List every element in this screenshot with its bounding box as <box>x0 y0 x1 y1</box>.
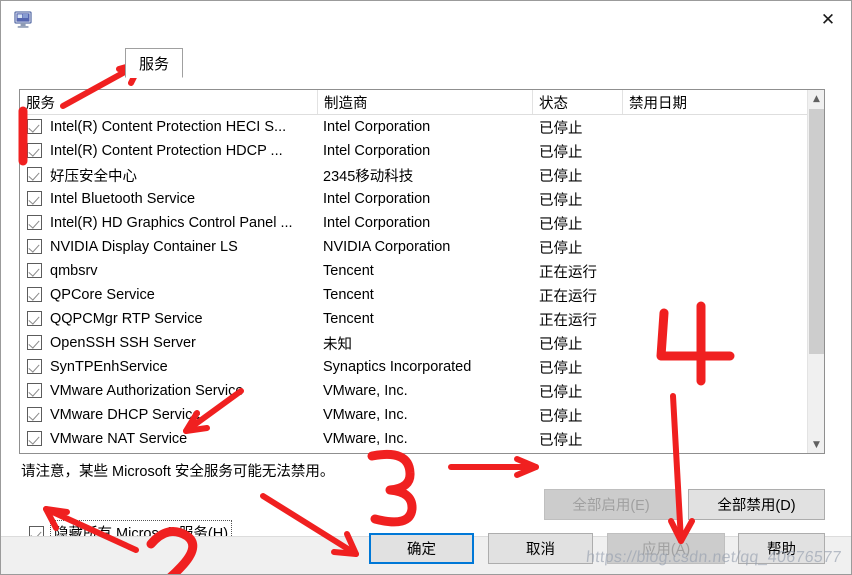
enable-all-button[interactable]: 全部启用(E) <box>544 489 678 520</box>
cell-manufacturer: VMware, Inc. <box>323 407 408 423</box>
cell-status: 已停止 <box>539 144 583 161</box>
cell-service: 好压安全中心 <box>50 168 137 185</box>
cell-status: 正在运行 <box>539 264 597 281</box>
cell-status: 已停止 <box>539 168 583 185</box>
services-list[interactable]: 服务 制造商 状态 禁用日期 Intel(R) Content Protecti… <box>19 89 825 454</box>
table-row[interactable]: Intel(R) HD Graphics Control Panel ... I… <box>20 211 808 235</box>
cell-status: 已停止 <box>539 336 583 353</box>
table-row[interactable]: VMware Authorization Service VMware, Inc… <box>20 379 808 403</box>
cell-status: 已停止 <box>539 408 583 425</box>
row-checkbox[interactable] <box>27 167 42 182</box>
cell-manufacturer: Tencent <box>323 263 374 279</box>
table-row[interactable]: VMware NAT Service VMware, Inc. 已停止 <box>20 427 808 451</box>
row-checkbox[interactable] <box>27 383 42 398</box>
column-header-manufacturer[interactable]: 制造商 <box>318 90 533 114</box>
services-pane: 服务 制造商 状态 禁用日期 Intel(R) Content Protecti… <box>1 39 851 546</box>
table-row[interactable]: Intel Bluetooth Service Intel Corporatio… <box>20 187 808 211</box>
apply-button[interactable]: 应用(A) <box>607 533 725 564</box>
scrollbar-thumb[interactable] <box>809 109 824 354</box>
cell-service: VMware DHCP Service <box>50 407 201 423</box>
cell-status: 正在运行 <box>539 312 597 329</box>
cell-service: QPCore Service <box>50 287 155 303</box>
system-configuration-icon <box>13 9 35 31</box>
cell-status: 已停止 <box>539 216 583 233</box>
cell-service: SynTPEnhService <box>50 359 168 375</box>
cell-status: 正在运行 <box>539 288 597 305</box>
cell-service: NVIDIA Display Container LS <box>50 239 238 255</box>
cell-manufacturer: Tencent <box>323 311 374 327</box>
column-header-disable-date[interactable]: 禁用日期 <box>623 90 808 114</box>
row-checkbox[interactable] <box>27 215 42 230</box>
cell-status: 已停止 <box>539 120 583 137</box>
cell-manufacturer: Intel Corporation <box>323 119 431 135</box>
cell-service: qmbsrv <box>50 263 98 279</box>
cell-manufacturer: Intel Corporation <box>323 143 431 159</box>
row-checkbox[interactable] <box>27 263 42 278</box>
table-row[interactable]: Intel(R) Content Protection HECI S... In… <box>20 115 808 139</box>
cell-status: 已停止 <box>539 240 583 257</box>
cell-status: 已停止 <box>539 432 583 449</box>
cell-manufacturer: 未知 <box>323 336 352 353</box>
table-row[interactable]: Intel(R) Content Protection HDCP ... Int… <box>20 139 808 163</box>
cell-manufacturer: Tencent <box>323 287 374 303</box>
tab-services[interactable]: 服务 <box>125 48 184 78</box>
column-header-status[interactable]: 状态 <box>533 90 623 114</box>
row-checkbox[interactable] <box>27 407 42 422</box>
table-row[interactable]: 好压安全中心 2345移动科技 已停止 <box>20 163 808 187</box>
row-checkbox[interactable] <box>27 287 42 302</box>
cancel-button[interactable]: 取消 <box>488 533 593 564</box>
close-icon[interactable]: ✕ <box>805 1 851 39</box>
row-checkbox[interactable] <box>27 143 42 158</box>
cell-service: Intel(R) Content Protection HDCP ... <box>50 143 283 159</box>
cell-status: 已停止 <box>539 384 583 401</box>
cell-manufacturer: VMware, Inc. <box>323 431 408 447</box>
table-row[interactable]: QPCore Service Tencent 正在运行 <box>20 283 808 307</box>
security-note: 请注意，某些 Microsoft 安全服务可能无法禁用。 <box>21 464 335 480</box>
row-checkbox[interactable] <box>27 335 42 350</box>
list-scrollbar[interactable]: ▲ ▼ <box>807 90 824 453</box>
cell-manufacturer: 2345移动科技 <box>323 168 414 185</box>
cell-manufacturer: Intel Corporation <box>323 191 431 207</box>
cell-service: Intel Bluetooth Service <box>50 191 196 207</box>
cell-manufacturer: NVIDIA Corporation <box>323 239 451 255</box>
scroll-up-icon[interactable]: ▲ <box>808 90 824 107</box>
msconfig-window: ✕ 常规 引导 服务 启动 工具 服务 制造商 状态 禁用日期 Intel(R <box>0 0 852 575</box>
cell-service: VMware Authorization Service <box>50 383 244 399</box>
table-row[interactable]: qmbsrv Tencent 正在运行 <box>20 259 808 283</box>
help-button[interactable]: 帮助 <box>738 533 825 564</box>
cell-service: OpenSSH SSH Server <box>50 335 196 351</box>
scroll-down-icon[interactable]: ▼ <box>808 436 824 453</box>
table-row[interactable]: NVIDIA Display Container LS NVIDIA Corpo… <box>20 235 808 259</box>
row-checkbox[interactable] <box>27 239 42 254</box>
row-checkbox[interactable] <box>27 191 42 206</box>
list-column-headers: 服务 制造商 状态 禁用日期 <box>20 90 824 115</box>
table-row[interactable]: QQPCMgr RTP Service Tencent 正在运行 <box>20 307 808 331</box>
cell-service: Intel(R) Content Protection HECI S... <box>50 119 287 135</box>
table-row[interactable]: OpenSSH SSH Server 未知 已停止 <box>20 331 808 355</box>
cell-manufacturer: VMware, Inc. <box>323 383 408 399</box>
cell-service: QQPCMgr RTP Service <box>50 311 203 327</box>
cell-status: 已停止 <box>539 360 583 377</box>
row-checkbox[interactable] <box>27 311 42 326</box>
cell-service: Intel(R) HD Graphics Control Panel ... <box>50 215 293 231</box>
table-row[interactable]: VMware DHCP Service VMware, Inc. 已停止 <box>20 403 808 427</box>
column-header-service[interactable]: 服务 <box>20 90 318 114</box>
row-checkbox[interactable] <box>27 359 42 374</box>
cell-status: 已停止 <box>539 192 583 209</box>
disable-all-button[interactable]: 全部禁用(D) <box>688 489 825 520</box>
cell-service: VMware NAT Service <box>50 431 188 447</box>
cell-manufacturer: Synaptics Incorporated <box>323 359 472 375</box>
row-checkbox[interactable] <box>27 431 42 446</box>
cell-manufacturer: Intel Corporation <box>323 215 431 231</box>
title-bar: ✕ <box>1 1 851 40</box>
ok-button[interactable]: 确定 <box>369 533 474 564</box>
list-rows: Intel(R) Content Protection HECI S... In… <box>20 115 808 453</box>
table-row[interactable]: SynTPEnhService Synaptics Incorporated 已… <box>20 355 808 379</box>
row-checkbox[interactable] <box>27 119 42 134</box>
